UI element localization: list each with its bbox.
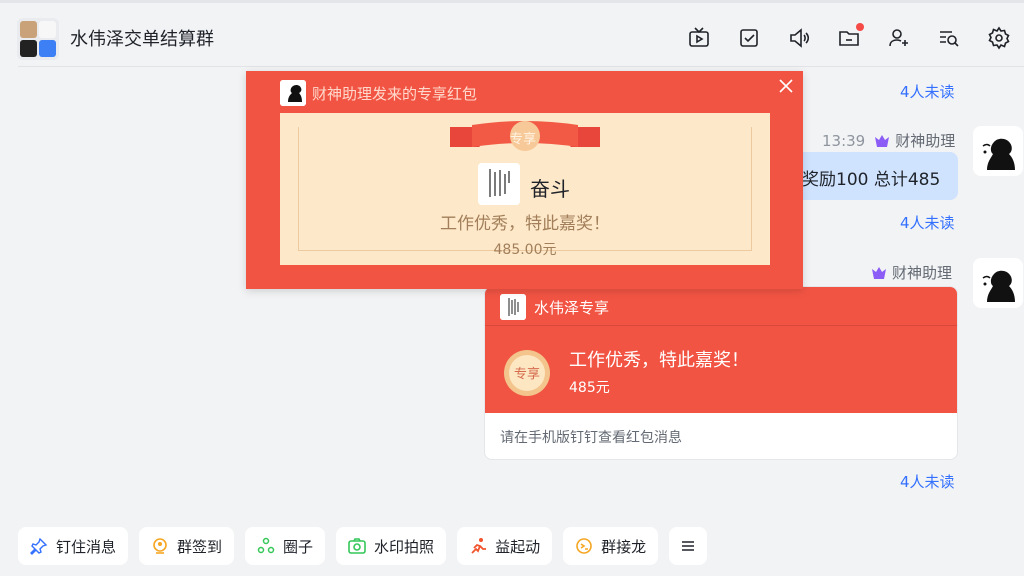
red-envelope-message[interactable]: 水伟泽专享 专享 工作优秀，特此嘉奖！ 485元 请在手机版钉钉查看红包消息 — [484, 286, 958, 460]
header-divider — [18, 66, 1024, 67]
add-member-icon[interactable] — [874, 23, 924, 53]
popup-card: 专享 奋斗 工作优秀，特此嘉奖！ 485.00元 — [280, 113, 770, 265]
envelope-separator — [485, 325, 957, 326]
more-actions-button[interactable] — [669, 527, 708, 565]
settings-icon[interactable] — [974, 23, 1024, 53]
group-title[interactable]: 水伟泽交单结算群 — [70, 25, 214, 51]
envelope-footer: 请在手机版钉钉查看红包消息 — [500, 430, 682, 446]
ribbon-label: 专享 — [510, 132, 537, 147]
group-avatar[interactable] — [17, 18, 59, 60]
chip-label: 圈子 — [283, 537, 314, 556]
header-actions — [674, 23, 1024, 53]
group-checkin-button[interactable]: 群签到 — [139, 527, 235, 565]
envelope-message: 工作优秀，特此嘉奖！ — [569, 350, 749, 371]
sport-button[interactable]: 益起动 — [457, 527, 553, 565]
sender-avatar[interactable] — [973, 258, 1023, 308]
exclusive-seal-icon: 专享 — [504, 350, 550, 396]
seal-label: 专享 — [514, 366, 540, 382]
run-icon — [471, 538, 487, 554]
checkin-icon — [153, 538, 167, 554]
notification-dot — [856, 23, 864, 31]
camera-icon — [348, 538, 366, 554]
pin-message-button[interactable]: 钉住消息 — [18, 527, 129, 565]
popup-header: 财神助理发来的专享红包 — [280, 80, 477, 106]
sender-mini-avatar — [280, 80, 306, 106]
message-sender: 13:39 财神助理 — [822, 130, 955, 151]
sender-name[interactable]: 财神助理 — [895, 130, 955, 151]
popup-amount: 485.00元 — [493, 242, 557, 258]
crown-icon — [875, 134, 890, 147]
text-message-bubble[interactable]: 奖励100 总计485 — [790, 152, 958, 200]
crown-icon — [872, 266, 886, 279]
sender-name[interactable]: 财神助理 — [892, 262, 952, 283]
read-status[interactable]: 4人未读 — [900, 212, 955, 233]
envelope-header: 水伟泽专享 — [500, 294, 609, 320]
search-history-icon[interactable] — [924, 23, 974, 53]
relay-icon — [576, 538, 592, 554]
envelope-body: 水伟泽专享 专享 工作优秀，特此嘉奖！ 485元 — [485, 287, 957, 413]
red-envelope-popup: 财神助理发来的专享红包 专享 奋斗 工作优秀，特此嘉奖！ 485.00元 — [246, 71, 803, 289]
message-time: 13:39 — [822, 131, 866, 150]
read-status[interactable]: 4人未读 — [900, 471, 955, 492]
popup-header-text: 财神助理发来的专享红包 — [312, 84, 478, 103]
chip-label: 益起动 — [495, 537, 541, 556]
live-icon[interactable] — [674, 23, 724, 53]
chip-label: 群签到 — [177, 537, 223, 556]
envelope-amount: 485元 — [569, 380, 610, 396]
todo-icon[interactable] — [724, 23, 774, 53]
circle-button[interactable]: 圈子 — [245, 527, 326, 565]
read-status[interactable]: 4人未读 — [900, 81, 955, 102]
quick-actions-bar: 钉住消息 群签到 圈子 水印拍照 益起动 群接龙 — [18, 527, 718, 565]
chat-header: 水伟泽交单结算群 — [0, 0, 1024, 68]
popup-message: 工作优秀，特此嘉奖！ — [440, 214, 610, 234]
envelope-title: 水伟泽专享 — [534, 298, 610, 317]
close-icon[interactable] — [777, 77, 795, 95]
chip-label: 水印拍照 — [374, 537, 435, 556]
circle-icon — [257, 537, 275, 554]
announcement-icon[interactable] — [774, 23, 824, 53]
sender-mini-avatar — [500, 294, 526, 320]
popup-sender-name: 奋斗 — [530, 177, 570, 201]
message-sender: 财神助理 — [870, 262, 952, 283]
watermark-camera-button[interactable]: 水印拍照 — [336, 527, 447, 565]
pin-icon — [30, 537, 48, 555]
relay-button[interactable]: 群接龙 — [563, 527, 659, 565]
sender-logo — [478, 163, 520, 205]
sender-avatar[interactable] — [973, 126, 1023, 176]
menu-icon — [682, 541, 695, 551]
chip-label: 钉住消息 — [56, 537, 117, 556]
files-icon[interactable] — [824, 23, 874, 53]
chip-label: 群接龙 — [601, 537, 647, 556]
